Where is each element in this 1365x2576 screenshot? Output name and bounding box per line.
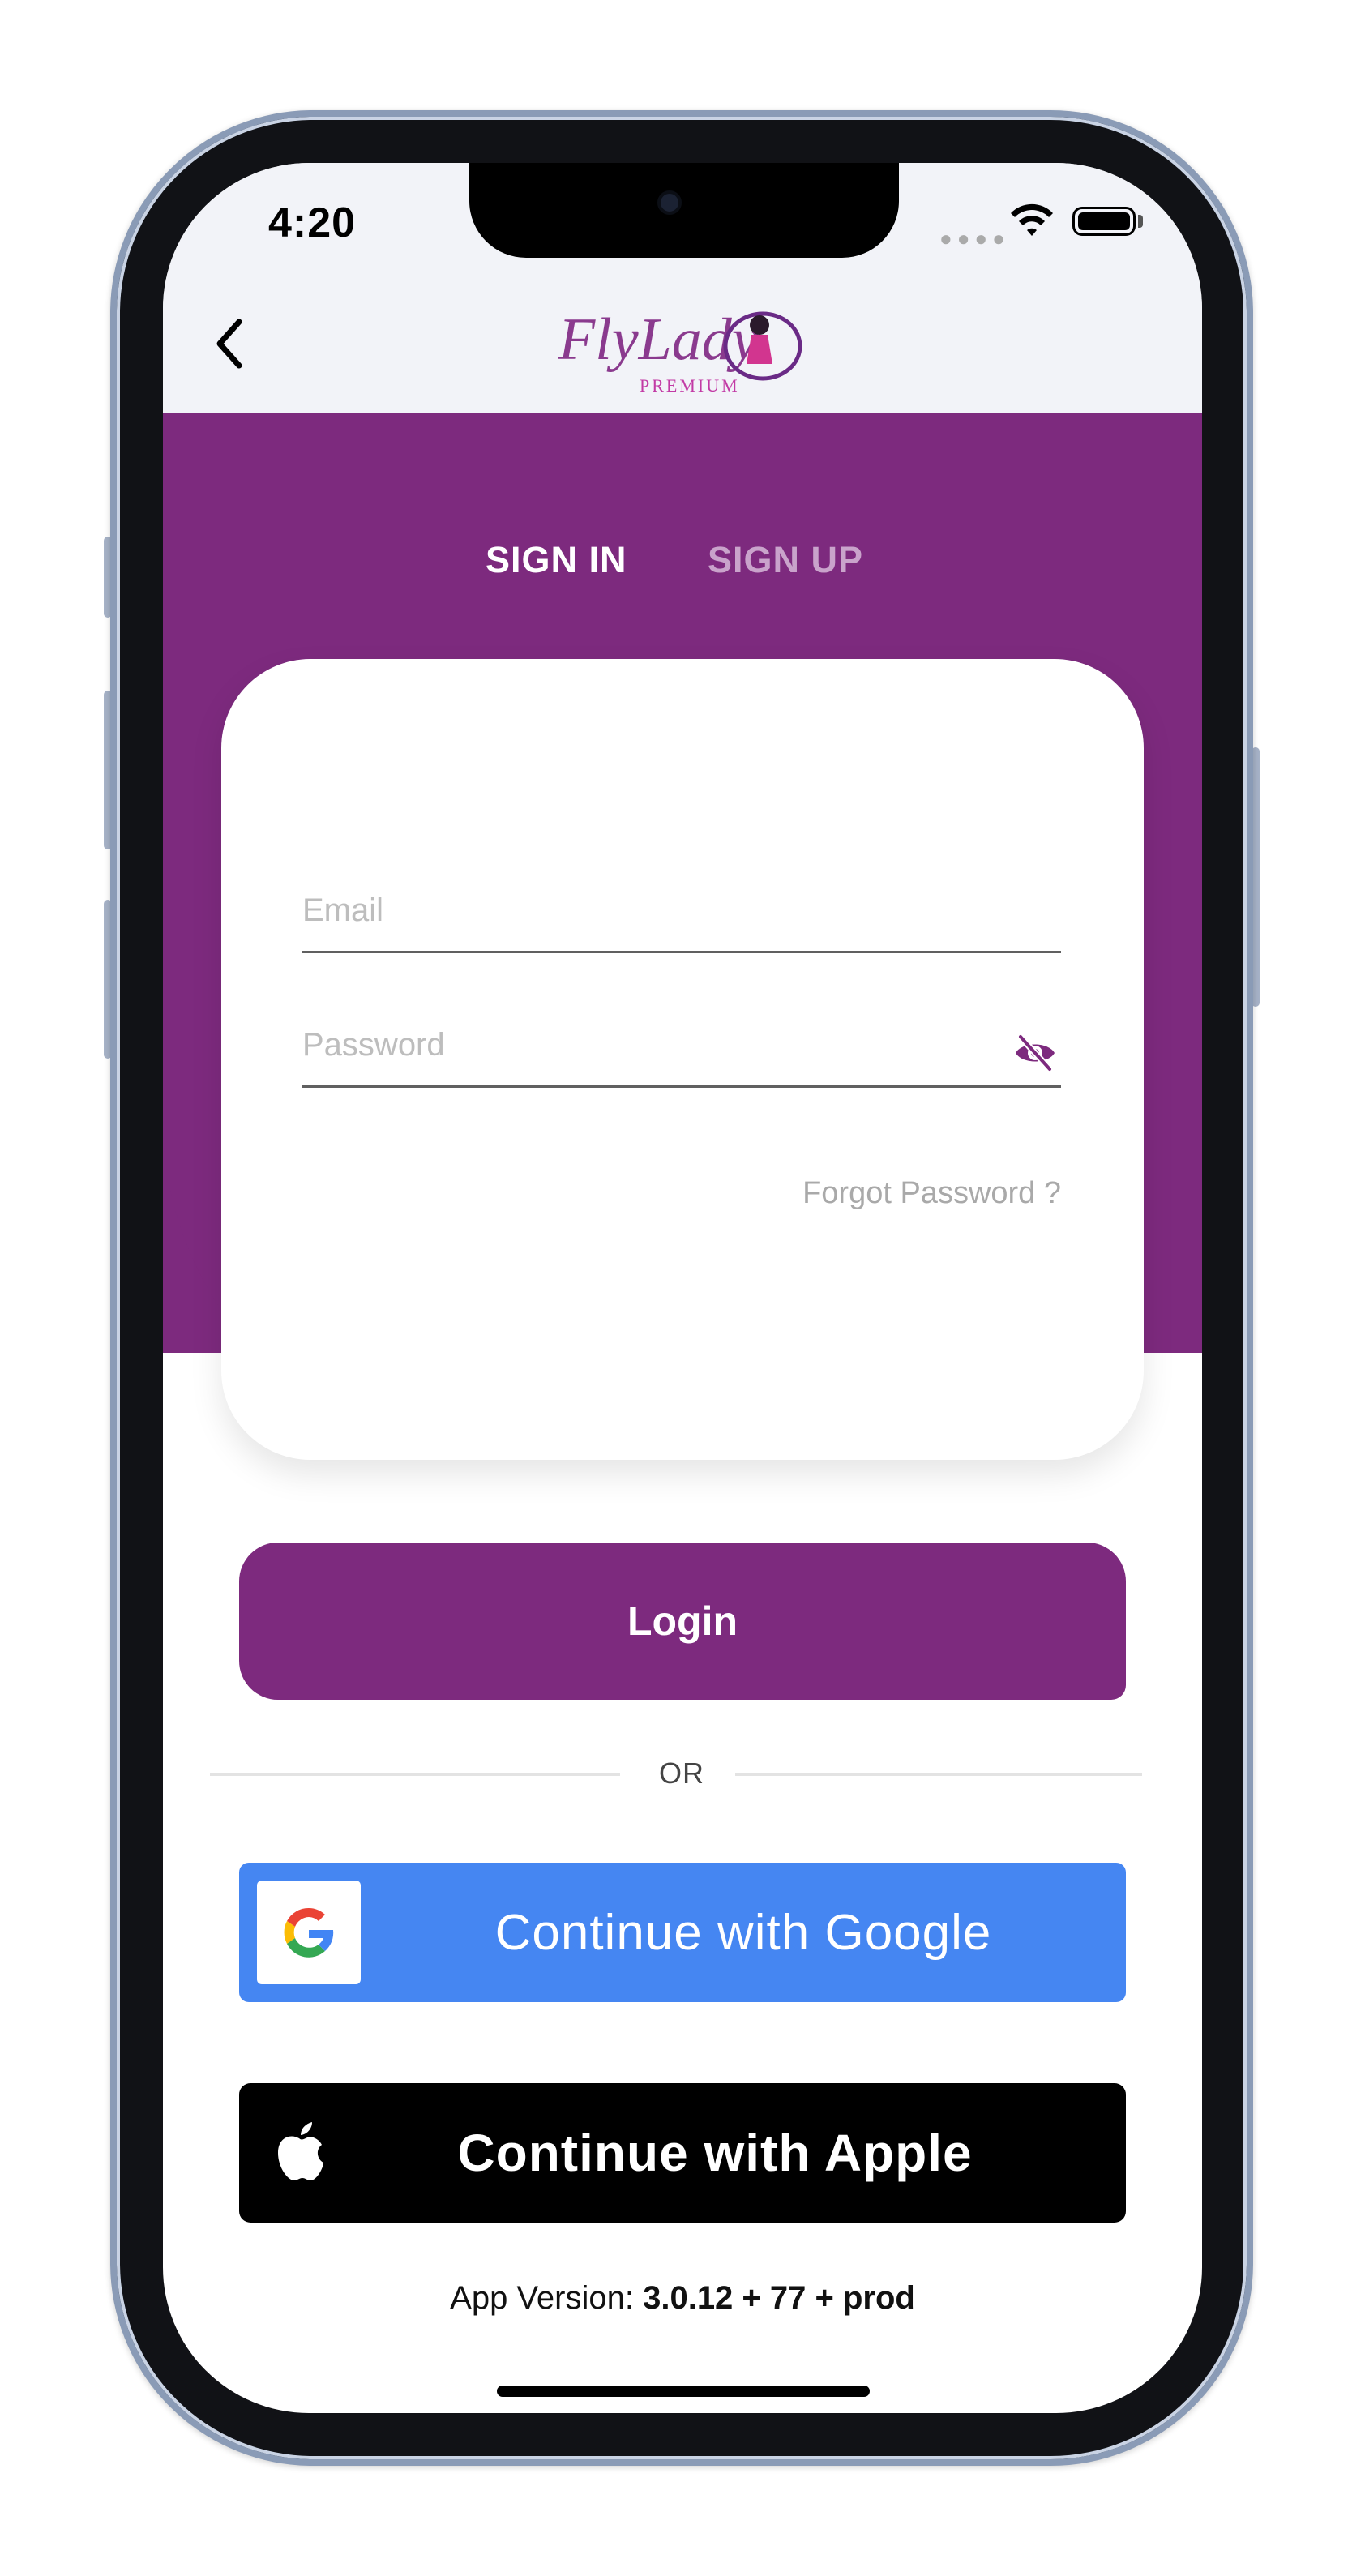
logo-subtext: PREMIUM — [640, 375, 740, 396]
battery-nub — [1138, 215, 1143, 228]
divider-right — [735, 1773, 1142, 1776]
app-version-value: 3.0.12 + 77 + prod — [643, 2280, 915, 2316]
flylady-logo: FlyLady PREMIUM — [550, 293, 826, 406]
tab-sign-in[interactable]: SIGN IN — [486, 539, 627, 581]
google-g-icon — [284, 1907, 334, 1958]
app-screen: 4:20 ●●●● FlyLady PREMIUM SIGN IN SIGN U… — [163, 163, 1202, 2413]
email-input[interactable] — [302, 886, 1061, 935]
divider-left — [210, 1773, 620, 1776]
password-input[interactable] — [302, 1021, 1061, 1069]
app-version-text: App Version: 3.0.12 + 77 + prod — [163, 2280, 1202, 2317]
login-button[interactable]: Login — [239, 1543, 1126, 1700]
google-button-label: Continue with Google — [494, 1904, 992, 1961]
divider-or-label: OR — [659, 1757, 704, 1790]
notch — [469, 163, 899, 258]
apple-button-label: Continue with Apple — [457, 2124, 973, 2182]
back-chevron-icon[interactable] — [210, 315, 250, 372]
app-version-prefix: App Version: — [450, 2280, 644, 2316]
status-time: 4:20 — [268, 199, 357, 246]
battery-icon — [1072, 207, 1136, 236]
password-field — [302, 1021, 1061, 1088]
home-indicator[interactable] — [497, 2386, 870, 2397]
eye-slash-icon[interactable] — [1012, 1030, 1058, 1076]
continue-with-apple-button[interactable]: Continue with Apple — [239, 2083, 1126, 2223]
cellular-signal-icon: ●●●● — [939, 226, 1010, 250]
login-card: Forgot Password ? — [221, 659, 1144, 1460]
email-field — [302, 886, 1061, 953]
wifi-icon — [1011, 203, 1053, 236]
forgot-password-link[interactable]: Forgot Password ? — [802, 1176, 1061, 1211]
camera-icon — [657, 190, 682, 215]
tab-sign-up[interactable]: SIGN UP — [708, 539, 863, 581]
continue-with-google-button[interactable]: Continue with Google — [239, 1863, 1126, 2002]
google-icon-box — [257, 1881, 361, 1984]
